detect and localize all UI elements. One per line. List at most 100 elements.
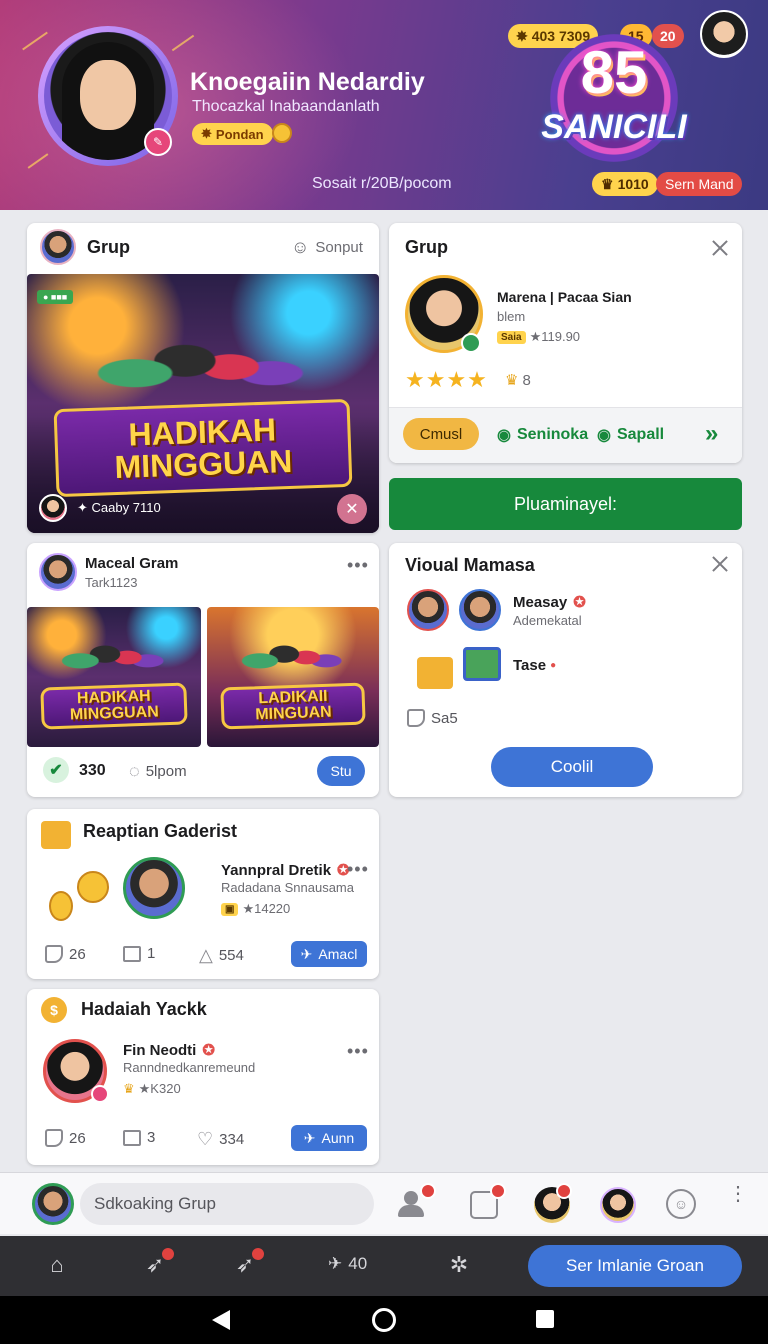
live-tag: ● ■■■: [37, 290, 74, 304]
post-image[interactable]: HADIKAH MINGGUAN: [27, 607, 201, 747]
member-sub: Radadana Snnausama: [221, 880, 354, 895]
react-stat[interactable]: △ 554: [199, 945, 244, 966]
profile-name: Knoegaiin Nedardiy: [190, 68, 425, 96]
more-icon[interactable]: •••: [347, 859, 369, 880]
member-sub: Ademekatal: [513, 613, 582, 628]
home-icon[interactable]: ⌂: [44, 1252, 70, 1278]
bird-icon: ✈: [300, 945, 313, 962]
send-mail-button[interactable]: Sern Mand: [656, 172, 743, 196]
back-icon[interactable]: [212, 1310, 230, 1330]
score-title: SANICILI: [541, 108, 687, 146]
triangle-icon: △: [199, 945, 213, 965]
more-icon[interactable]: •••: [347, 555, 369, 576]
expand-icon[interactable]: ✕: [337, 494, 367, 524]
card-title: Hadaiah Yackk: [81, 999, 207, 1019]
gift-box-icon: [417, 657, 453, 689]
bird-icon: ✈: [303, 1129, 316, 1146]
post-action-button[interactable]: Stu: [317, 756, 365, 786]
thumbs-up-icon: [45, 1129, 63, 1147]
decor-streak: [171, 34, 195, 52]
bird-icon: ✈: [328, 1254, 343, 1273]
contact-avatar[interactable]: [600, 1187, 636, 1223]
avatar[interactable]: [39, 553, 77, 591]
dollar-coin-icon: $: [41, 997, 67, 1023]
share-icon: [123, 945, 141, 962]
verified-icon: ✪: [202, 1042, 215, 1059]
notification-badge: [556, 1183, 572, 1199]
card-title: Reaptian Gaderist: [83, 821, 238, 841]
profile-subtitle: Thocazkal Inabaandanlath: [192, 98, 380, 115]
camera-icon[interactable]: ✎: [144, 128, 172, 156]
crown-icon: ♛: [601, 175, 614, 192]
more-icon[interactable]: •••: [347, 1041, 369, 1062]
gift-box-icon: [463, 647, 501, 681]
close-icon[interactable]: [711, 555, 729, 573]
card-title: Grup: [405, 237, 448, 257]
rank-badge: ✸ Pondan: [192, 123, 273, 145]
profile-card: Grup Marena | Pacaa Sian blem Saia ★119.9…: [389, 223, 742, 463]
share-icon: [123, 1129, 141, 1146]
member-name: Fin Neodti ✪: [123, 1041, 215, 1060]
member-sub: Ranndnedkanremeund: [123, 1060, 256, 1075]
post-sub: Tark1123: [85, 575, 138, 590]
reward-action-button[interactable]: ✈ Amacl: [291, 941, 367, 967]
group-search-input[interactable]: Sdkoaking Grup: [80, 1183, 374, 1225]
tweets-tab[interactable]: ✈ 40: [328, 1254, 367, 1274]
like-count: 330: [79, 762, 106, 779]
post-image[interactable]: LADIKAII MINGUAN: [207, 607, 379, 747]
member-sub: blem: [497, 309, 526, 324]
notification-badge: [250, 1246, 266, 1262]
heart-stat[interactable]: ♡ 334: [197, 1129, 244, 1150]
rating-count: ♛ 8: [505, 371, 531, 390]
emoji-icon[interactable]: ☺: [666, 1189, 696, 1219]
gift-box-icon: [41, 821, 71, 849]
post-card: Maceal Gram Tark1123 ••• HADIKAH MINGGUAN…: [27, 543, 379, 797]
notification-badge: [160, 1246, 176, 1262]
check-circle-icon: ◉: [497, 427, 511, 444]
profile-header: ✎ Knoegaiin Nedardiy Thocazkal Inabaanda…: [0, 0, 768, 210]
comment-stat[interactable]: ◌ 5lpom: [129, 761, 187, 782]
bottom-nav: ⌂ ➶ ➶ ✈ 40 ✲ Ser Imlanie Groan: [0, 1236, 768, 1296]
avatar[interactable]: [407, 589, 449, 631]
share-stat[interactable]: 3: [123, 1129, 155, 1146]
chat-button[interactable]: Cmusl: [403, 418, 479, 450]
join-group-button[interactable]: Ser Imlanie Groan: [528, 1245, 742, 1287]
card-title: Vioual Mamasa: [405, 555, 535, 575]
member-points: Saia ★119.90: [497, 329, 580, 345]
weekly-action-button[interactable]: ✈ Aunn: [291, 1125, 367, 1151]
like-stat[interactable]: 26: [45, 945, 86, 963]
visual-action-button[interactable]: Coolil: [491, 747, 653, 787]
avatar[interactable]: [459, 589, 501, 631]
coin-icon: [77, 871, 109, 903]
gold-stat[interactable]: ♛ 1010: [592, 172, 658, 196]
my-avatar[interactable]: [32, 1183, 74, 1225]
item-label: Tase ●: [513, 657, 557, 674]
seninoka-link[interactable]: ◉ Seninoka: [497, 425, 588, 445]
double-chevron-icon[interactable]: »: [705, 420, 718, 448]
support-button[interactable]: ☺ Sonput: [291, 237, 363, 258]
sapall-link[interactable]: ◉ Sapall: [597, 425, 664, 445]
notification-badge: [420, 1183, 436, 1199]
profile-actions: Cmusl ◉ Seninoka ◉ Sapall »: [389, 407, 742, 463]
recents-icon[interactable]: [536, 1310, 554, 1328]
avatar[interactable]: [40, 229, 76, 265]
weekly-reward-banner[interactable]: ● ■■■ HADIKAH MINGGUAN ✦ Caaby 7110 ✕: [27, 274, 379, 533]
banner-caption: ✦ Caaby 7110: [77, 500, 161, 515]
rating-stars: ★★★★: [405, 367, 488, 392]
verified-icon: ✪: [573, 594, 586, 611]
profile-url[interactable]: Sosait r/20B/pocom: [312, 175, 452, 193]
check-icon[interactable]: ✔: [43, 757, 69, 783]
like-stat[interactable]: 26: [45, 1129, 86, 1147]
member-name: Measay ✪: [513, 593, 586, 612]
group-card: Grup ☺ Sonput ● ■■■ HADIKAH MINGGUAN ✦ Ca…: [27, 223, 379, 533]
close-icon[interactable]: [711, 239, 729, 257]
home-circle-icon[interactable]: [372, 1308, 396, 1332]
settings-icon[interactable]: ✲: [446, 1252, 472, 1278]
avatar[interactable]: [123, 857, 185, 919]
like-stat[interactable]: Sa5: [407, 709, 458, 727]
primary-action-button[interactable]: Pluaminayel:: [389, 478, 742, 530]
user-avatar[interactable]: [700, 10, 748, 58]
compose-bar: Sdkoaking Grup ☺ ⋮: [0, 1172, 768, 1234]
share-stat[interactable]: 1: [123, 945, 155, 962]
overflow-menu-icon[interactable]: ⋮: [728, 1184, 748, 1204]
